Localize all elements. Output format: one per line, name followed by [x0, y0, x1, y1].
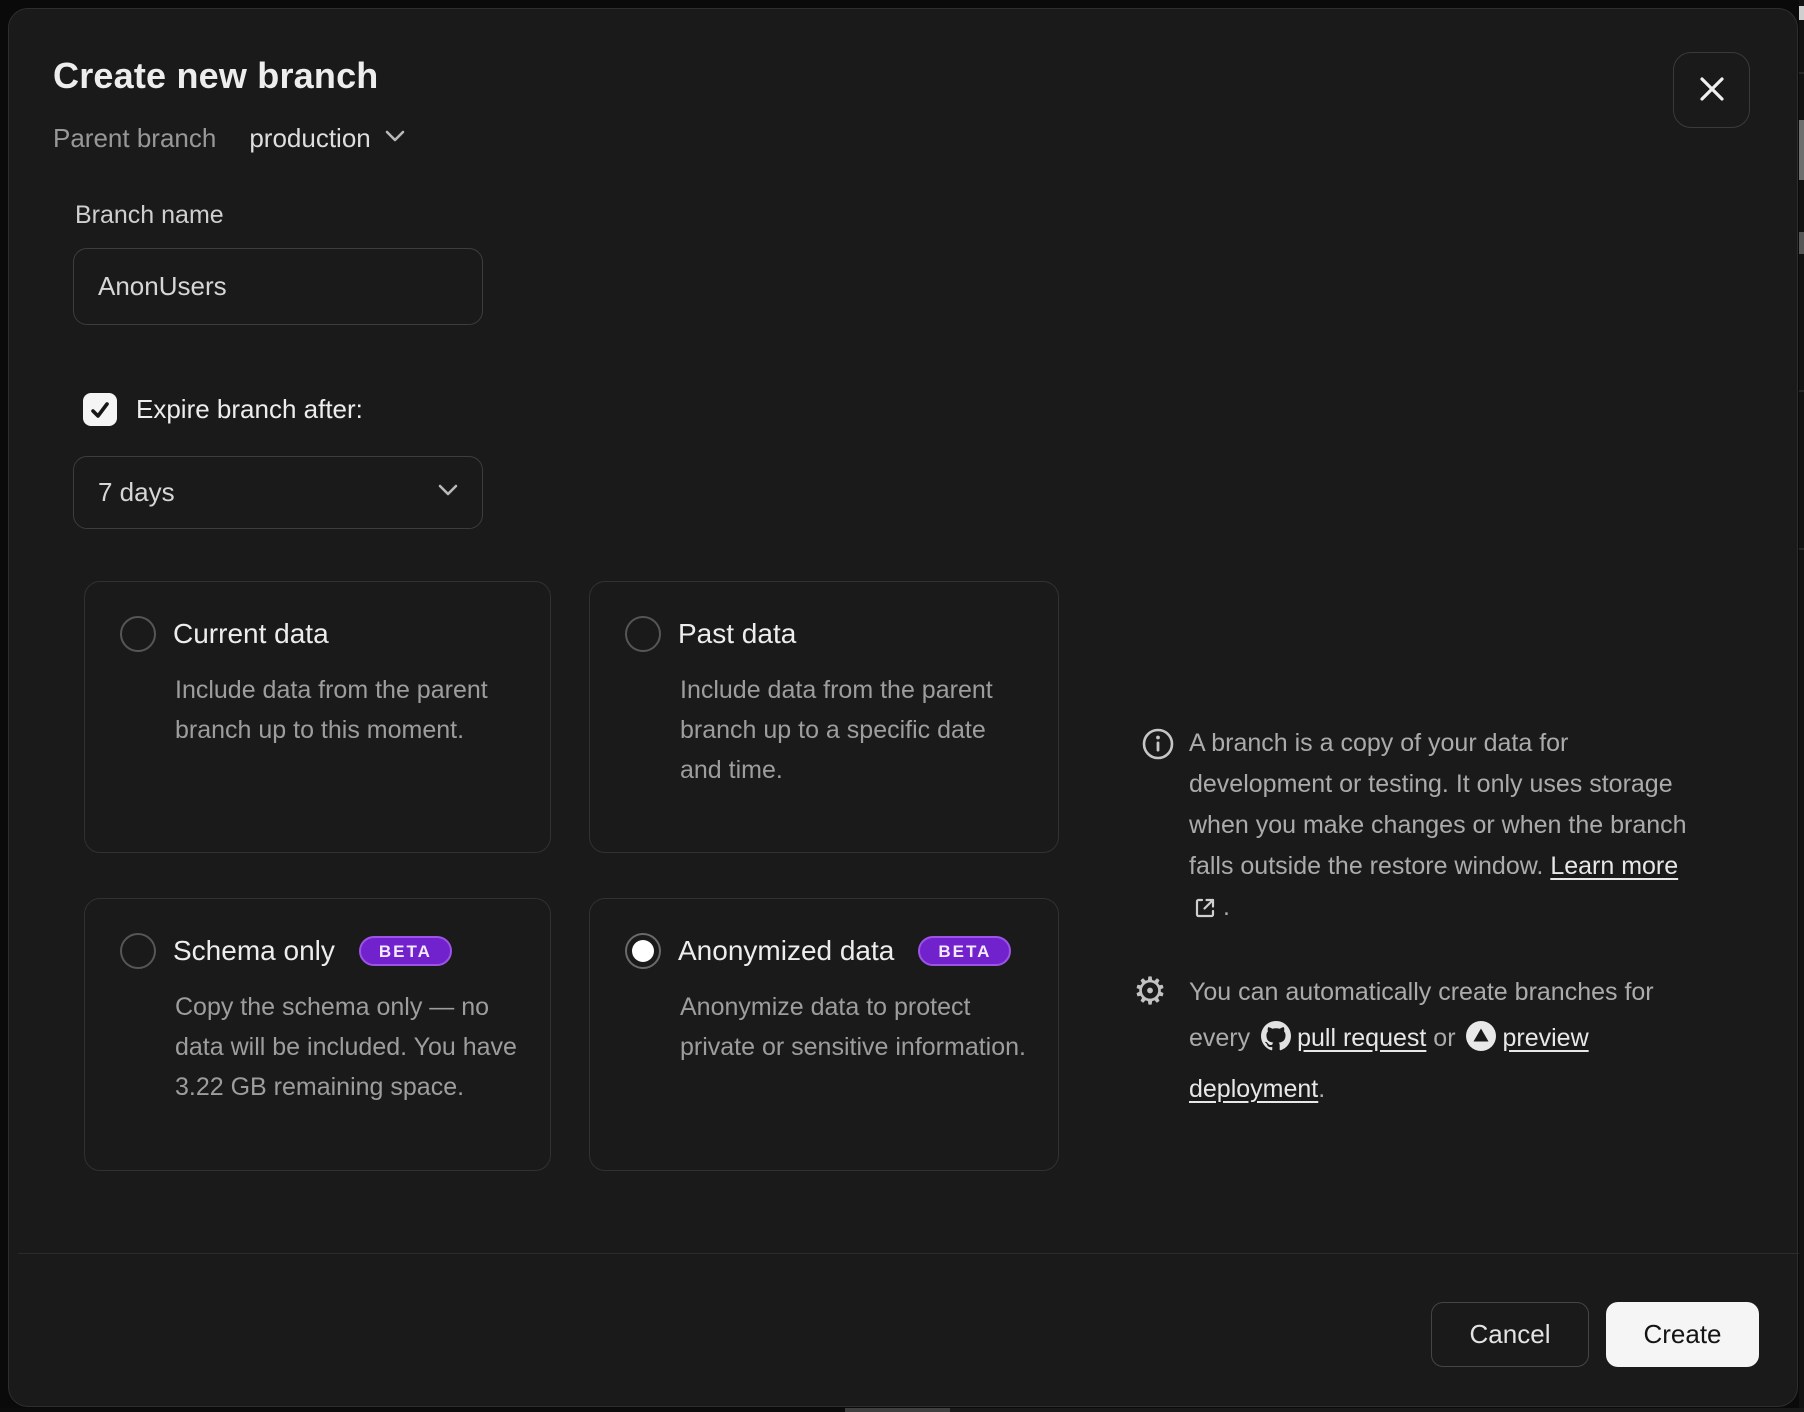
- background-fragment: [950, 1408, 1804, 1412]
- expire-checkbox-row[interactable]: Expire branch after:: [83, 393, 363, 426]
- option-card-anonymized-data[interactable]: Anonymized data BETA Anonymize data to p…: [589, 898, 1059, 1171]
- background-page-right-sliver: [1799, 0, 1804, 1412]
- option-title: Current data: [173, 618, 329, 650]
- branch-info-note: A branch is a copy of your data for deve…: [1189, 723, 1694, 933]
- scrollbar-thumb[interactable]: [1799, 120, 1804, 180]
- radio-unchecked-icon[interactable]: [120, 616, 156, 652]
- option-description: Anonymize data to protect private or sen…: [680, 987, 1032, 1067]
- parent-branch-value: production: [249, 123, 370, 154]
- page-title: Create new branch: [53, 55, 379, 97]
- vercel-icon: [1466, 1020, 1496, 1066]
- background-fragment: [1799, 6, 1804, 20]
- radio-checked-icon[interactable]: [625, 933, 661, 969]
- option-title: Past data: [678, 618, 796, 650]
- radio-unchecked-icon[interactable]: [625, 616, 661, 652]
- automation-middle: or: [1433, 1024, 1455, 1052]
- footer-divider: [18, 1253, 1804, 1254]
- background-page-bottom-sliver: [0, 1408, 1804, 1412]
- github-icon: [1261, 1020, 1291, 1066]
- create-branch-dialog: Create new branch Parent branch producti…: [8, 8, 1798, 1407]
- option-description: Include data from the parent branch up t…: [680, 670, 1032, 790]
- option-title: Schema only: [173, 935, 335, 967]
- background-fragment: [1799, 390, 1804, 392]
- learn-more-link[interactable]: Learn more: [1550, 852, 1678, 880]
- background-fragment: [1799, 72, 1804, 74]
- background-fragment: [845, 1408, 950, 1412]
- branch-note-suffix: .: [1223, 893, 1230, 921]
- screen: Create new branch Parent branch producti…: [0, 0, 1804, 1412]
- expire-duration-value: 7 days: [98, 477, 175, 508]
- option-title: Anonymized data: [678, 935, 894, 967]
- parent-branch-label: Parent branch: [53, 123, 216, 154]
- option-card-past-data[interactable]: Past data Include data from the parent b…: [589, 581, 1059, 853]
- automation-note: You can automatically create branches fo…: [1189, 969, 1694, 1112]
- pull-request-link[interactable]: pull request: [1297, 1024, 1426, 1052]
- beta-badge: BETA: [359, 936, 452, 966]
- close-icon: [1695, 72, 1729, 109]
- expire-checkbox-label: Expire branch after:: [136, 394, 363, 425]
- expire-duration-select[interactable]: 7 days: [73, 456, 483, 529]
- parent-branch-select[interactable]: production: [249, 123, 406, 154]
- radio-unchecked-icon[interactable]: [120, 933, 156, 969]
- close-button[interactable]: [1673, 52, 1750, 128]
- external-link-icon: [1193, 892, 1217, 933]
- info-icon: [1141, 727, 1175, 766]
- option-description: Include data from the parent branch up t…: [175, 670, 527, 750]
- chevron-down-icon: [436, 482, 460, 503]
- chevron-down-icon: [383, 128, 407, 149]
- beta-badge: BETA: [918, 936, 1011, 966]
- option-description: Copy the schema only — no data will be i…: [175, 987, 527, 1107]
- cancel-button[interactable]: Cancel: [1431, 1302, 1589, 1367]
- option-card-current-data[interactable]: Current data Include data from the paren…: [84, 581, 551, 853]
- parent-branch-row: Parent branch production: [53, 123, 407, 154]
- branch-name-input[interactable]: [73, 248, 483, 325]
- checkbox-checked-icon: [83, 393, 117, 426]
- background-fragment: [1799, 232, 1804, 254]
- gear-icon: ⚙: [1133, 969, 1167, 1014]
- automation-suffix: .: [1318, 1075, 1325, 1103]
- branch-name-label: Branch name: [75, 201, 224, 230]
- create-button[interactable]: Create: [1606, 1302, 1759, 1367]
- option-card-schema-only[interactable]: Schema only BETA Copy the schema only — …: [84, 898, 551, 1171]
- background-fragment: [1799, 548, 1804, 550]
